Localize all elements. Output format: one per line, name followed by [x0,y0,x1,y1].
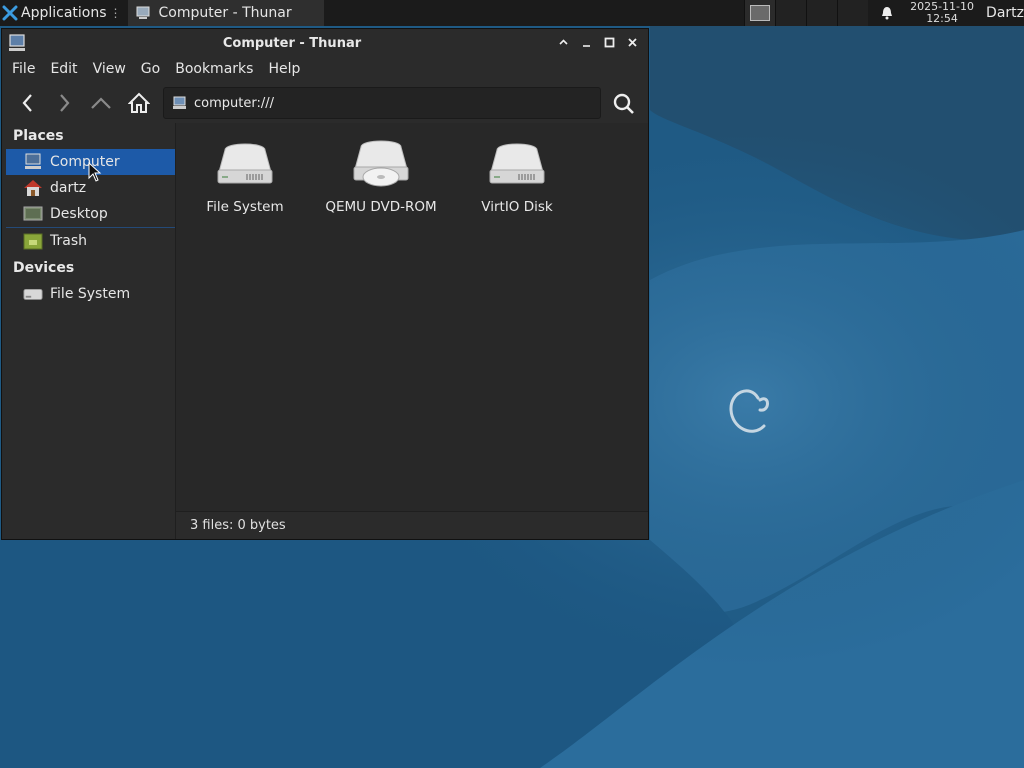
file-item-label: QEMU DVD-ROM [325,199,437,215]
user-menu-button[interactable]: Dartz [986,5,1024,21]
menu-bar: File Edit View Go Bookmarks Help [2,57,648,81]
file-item-label: File System [206,199,284,215]
maximize-icon [604,37,615,48]
window-title: Computer - Thunar [222,35,362,51]
workspace-4[interactable] [837,0,869,26]
arrow-up-icon [91,97,111,109]
menu-go[interactable]: Go [141,61,160,77]
arrow-forward-icon [60,94,70,112]
computer-icon [173,96,186,109]
sidebar-item-desktop[interactable]: Desktop [2,201,175,227]
close-icon [628,38,637,47]
thunar-window: Computer - Thunar File Edit View Go Book… [1,28,649,540]
toolbar: computer:/// [2,83,648,123]
workspace-3[interactable] [806,0,838,26]
menu-view[interactable]: View [93,61,126,77]
home-icon [128,92,150,113]
xfce-logo-icon [2,5,18,21]
location-path: computer:/// [194,95,274,111]
top-panel: Applications ⋮ Computer - Thunar 2025-11… [0,0,1024,26]
sidebar-item-file-system[interactable]: File System [2,281,175,307]
sidebar-item-label: Trash [50,232,87,249]
search-button[interactable] [609,89,639,119]
arrow-back-icon [22,94,32,112]
status-bar: 3 files: 0 bytes [176,511,648,539]
status-text: 3 files: 0 bytes [190,518,286,533]
minimize-icon [583,45,590,47]
desktop-icon [23,205,43,223]
file-item-file-system[interactable]: File System [180,133,310,215]
home-button[interactable] [125,89,153,117]
file-item-label: VirtIO Disk [481,199,553,215]
applications-menu-button[interactable]: Applications ⋮ [0,0,126,26]
title-bar[interactable]: Computer - Thunar [2,29,648,57]
computer-icon [23,153,43,171]
menu-help[interactable]: Help [268,61,300,77]
trash-icon [23,232,43,250]
workspace-switcher[interactable] [744,0,869,26]
clock[interactable]: 2025-11-10 12:54 [906,1,978,25]
file-item-qemu-dvd-rom[interactable]: QEMU DVD-ROM [316,133,446,215]
harddisk-icon [452,133,582,189]
workspace-window-thumbnail [750,5,771,21]
menu-file[interactable]: File [12,61,35,77]
menu-bookmarks[interactable]: Bookmarks [175,61,253,77]
applications-label: Applications [21,5,107,21]
file-item-virtio-disk[interactable]: VirtIO Disk [452,133,582,215]
location-bar[interactable]: computer:/// [163,87,601,119]
computer-icon [136,6,150,19]
icon-view[interactable]: File System QEMU DVD-ROM VirtIO Disk [176,123,648,511]
taskbar-item-label: Computer - Thunar [158,5,292,21]
minimize-button[interactable] [577,33,596,52]
sidebar-item-label: Computer [50,154,120,170]
menu-edit[interactable]: Edit [50,61,77,77]
shade-button[interactable] [554,33,573,52]
places-header: Places [13,128,64,144]
clock-time: 12:54 [926,12,958,25]
mouse-pointer-icon [88,162,102,182]
home-folder-icon [23,179,43,197]
close-button[interactable] [623,33,642,52]
sidebar-item-label: dartz [50,180,87,196]
harddisk-icon [180,133,310,189]
workspace-2[interactable] [775,0,807,26]
sidebar-item-trash[interactable]: Trash [2,228,175,253]
side-pane: Places Computer dartz Desktop Trash Devi… [2,123,176,539]
notifications-button[interactable] [868,6,906,20]
workspace-1[interactable] [744,0,776,26]
devices-header: Devices [13,260,75,276]
sidebar-item-label: Desktop [50,206,108,222]
search-icon [613,93,634,114]
drive-icon [23,285,43,303]
bell-icon [882,7,893,20]
maximize-button[interactable] [600,33,619,52]
optical-drive-icon [316,133,446,189]
back-button[interactable] [14,89,42,117]
separator-glyph-icon: ⋮ [109,6,122,20]
sidebar-item-label: File System [50,286,131,302]
parent-folder-button[interactable] [87,89,115,117]
chevron-up-icon [559,39,568,45]
forward-button[interactable] [50,89,78,117]
taskbar-item-thunar[interactable]: Computer - Thunar [127,0,324,26]
